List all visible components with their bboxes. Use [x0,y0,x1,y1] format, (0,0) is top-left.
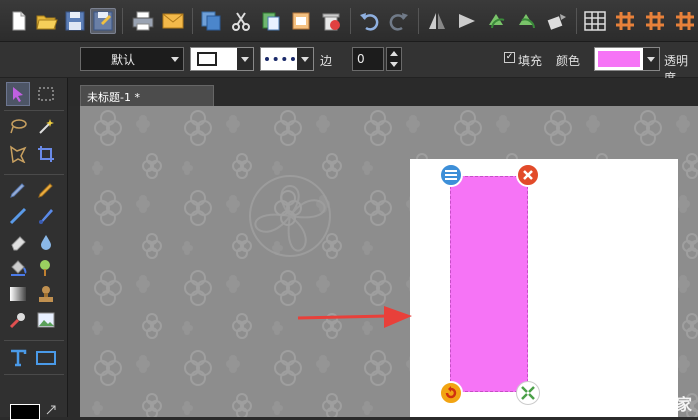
pencil-tool-icon[interactable] [34,178,58,202]
close-handle-icon[interactable] [516,163,540,187]
rotate-handle-icon[interactable] [439,381,463,405]
rect-select-tool-icon[interactable] [34,82,58,106]
magic-wand-tool-icon[interactable] [34,114,58,138]
grid-icon[interactable] [582,8,608,34]
pointer-tool-icon[interactable] [6,82,30,106]
eraser-tool-icon[interactable] [6,230,30,254]
border-label: 边 [320,54,333,68]
rotate-left-icon[interactable] [484,8,510,34]
image-tool-icon[interactable] [34,308,58,332]
tool-palette [0,78,68,420]
pink-rectangle-shape[interactable] [450,176,528,392]
swap-colors-icon[interactable] [46,404,56,415]
poly-lasso-tool-icon[interactable] [6,142,30,166]
paste-icon[interactable] [258,8,284,34]
chevron-up-icon[interactable] [390,51,398,56]
chevron-down-icon[interactable] [390,62,398,67]
hash-grid-3-icon[interactable] [672,8,698,34]
save-as-icon[interactable] [90,8,116,34]
property-bar: 默认 边 0 ✓ 填充 颜色 透明度 [0,42,698,85]
border-style-swatch [197,52,217,66]
gradient-tool-icon[interactable] [6,282,30,306]
foreground-color-swatch[interactable] [10,404,40,420]
email-icon[interactable] [160,8,186,34]
copy-icon[interactable] [198,8,224,34]
blur-tool-icon[interactable] [34,230,58,254]
fill-color-swatch [598,51,640,67]
border-width-input[interactable]: 0 [352,47,384,71]
crop-icon[interactable] [288,8,314,34]
border-style-select[interactable] [190,47,254,71]
border-width-stepper[interactable] [386,47,402,71]
lasso-tool-icon[interactable] [6,114,30,138]
flip-horizontal-icon[interactable] [424,8,450,34]
rectangle-tool-icon[interactable] [34,346,58,370]
hash-grid-icon[interactable] [612,8,638,34]
chevron-down-icon [241,57,249,62]
brush-tool-icon[interactable] [34,204,58,228]
dotted-line-swatch [265,57,295,61]
chevron-down-icon [647,57,655,62]
main-toolbar [0,0,698,42]
chevron-down-icon [171,57,179,62]
document-tabs: 未标题-1 * [68,78,698,106]
red-arrow-annotation [297,306,412,328]
color-label: 颜色 [556,54,581,68]
line-tool-icon[interactable] [6,204,30,228]
print-icon[interactable] [130,8,156,34]
watermark-logo: 系统之家 [598,391,692,415]
hash-grid-2-icon[interactable] [642,8,668,34]
delete-icon[interactable] [318,8,344,34]
tab-untitled-1[interactable]: 未标题-1 * [80,85,214,106]
flip-vertical-icon[interactable] [454,8,480,34]
new-icon[interactable] [6,8,32,34]
border-width-value: 0 [357,52,365,66]
undo-icon[interactable] [356,8,382,34]
menu-handle-icon[interactable] [439,163,463,187]
open-icon[interactable] [34,8,60,34]
retouch-tool-icon[interactable] [6,308,30,332]
font-select-value: 默认 [111,52,136,67]
redo-icon[interactable] [386,8,412,34]
fill-label: 填充 [518,54,543,68]
save-icon[interactable] [62,8,88,34]
line-style-select[interactable] [260,47,314,71]
fill-checkbox[interactable]: ✓ [504,52,515,63]
chevron-down-icon [301,57,309,62]
fill-bucket-tool-icon[interactable] [6,256,30,280]
color-picker-tool-icon[interactable] [34,256,58,280]
free-rotate-icon[interactable] [544,8,570,34]
pen-tool-icon[interactable] [6,178,30,202]
rotate-right-icon[interactable] [514,8,540,34]
document-canvas[interactable] [410,159,678,417]
tab-label: 未标题-1 * [87,91,140,104]
font-select[interactable]: 默认 [80,47,184,71]
watermark-text: 系统之家 [627,395,692,414]
cut-icon[interactable] [228,8,254,34]
text-tool-icon[interactable] [6,346,30,370]
stamp-tool-icon[interactable] [34,282,58,306]
resize-handle-icon[interactable] [516,381,540,405]
crop-tool-icon[interactable] [34,142,58,166]
fill-color-select[interactable] [594,47,660,71]
canvas-workspace[interactable]: 系统之家 [80,106,698,417]
